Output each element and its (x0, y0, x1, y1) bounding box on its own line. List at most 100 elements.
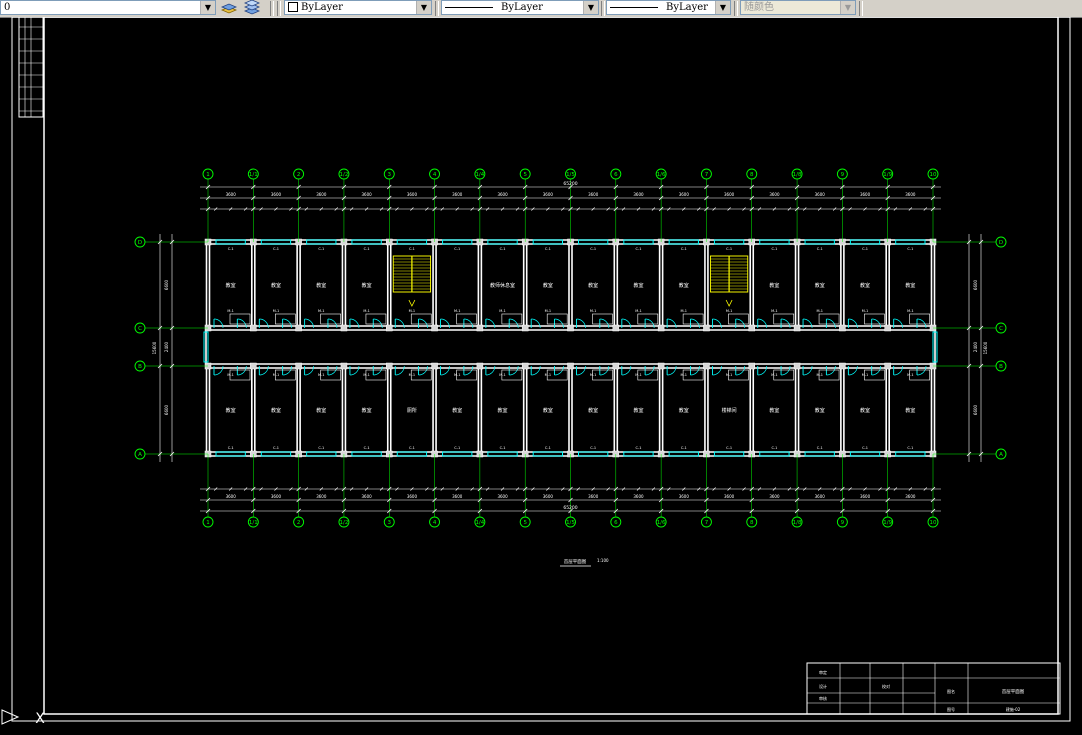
window-tag: C-1 (590, 446, 596, 450)
bottom-bay-dim: 3600 (815, 494, 826, 499)
grid-bubble-bottom: 3 (383, 516, 395, 528)
stair-arrow (725, 299, 733, 307)
grid-bubble-label: 1/4 (475, 520, 484, 526)
grid-bubble-label: 9 (841, 172, 845, 178)
cabinet (682, 313, 704, 325)
outer-border (11, 17, 1071, 722)
grid-bubble-label: 1/9 (883, 172, 892, 178)
bottom-bay-dim: 3600 (316, 494, 327, 499)
grid-bubble-label: B (999, 364, 1003, 370)
door-tag: M-1 (227, 373, 234, 377)
grid-bubble-label: D (999, 240, 1003, 246)
room-label: 教室 (679, 407, 689, 414)
bottom-bay-dim: 3600 (633, 494, 644, 499)
door-tag: M-1 (635, 373, 642, 377)
grid-bubble-left: A (134, 448, 146, 460)
properties-toolbar: 0 ▼ ByLayer ▼ ByLayer ▼ ByLayer ▼ 随颜色 ▼ (0, 0, 1082, 18)
door-tag: M-1 (771, 309, 778, 313)
grid-bubble-bottom: 10 (927, 516, 939, 528)
door-tag: M-1 (363, 373, 370, 377)
grid-bubble-label: 8 (750, 520, 754, 526)
bottom-bay-dim: 3600 (769, 494, 780, 499)
door-tag: M-1 (907, 309, 914, 313)
structural-column (793, 324, 801, 332)
grid-bubble-bottom: 1/5 (565, 516, 576, 528)
room-label: 教室 (588, 282, 598, 289)
room-label: 教师休息室 (490, 282, 515, 289)
grid-bubble-label: 10 (930, 172, 937, 178)
grid-bubble-label: 5 (523, 520, 527, 526)
chevron-down-icon[interactable]: ▼ (200, 1, 215, 14)
chevron-down-icon[interactable]: ▼ (715, 1, 730, 14)
cabinet (864, 313, 885, 325)
bottom-bay-dim: 3600 (226, 494, 237, 499)
room-label: 教室 (905, 282, 915, 289)
grid-bubble-label: 1/2 (340, 520, 349, 526)
window-tag: C-1 (907, 446, 913, 450)
top-bay-dim: 3600 (815, 192, 826, 197)
window-tag: C-1 (862, 247, 868, 251)
grid-bubble-label: A (999, 452, 1003, 458)
structural-column (340, 324, 348, 332)
layer-value: 0 (4, 2, 11, 13)
grid-bubble-bottom: 6 (610, 516, 622, 528)
bottom-bay-dim: 3600 (407, 494, 418, 499)
structural-column (884, 324, 891, 332)
room-label: 教室 (679, 282, 689, 289)
window-tag: C-1 (545, 247, 551, 251)
grid-bubble-right: D (995, 236, 1007, 248)
grid-bubble-label: A (138, 452, 142, 458)
toolbar-separator (859, 1, 863, 16)
layer-previous-icon[interactable] (242, 0, 260, 16)
cabinet (501, 313, 523, 325)
grid-bubble-bottom: 8 (746, 516, 758, 528)
color-dropdown[interactable]: ByLayer ▼ (284, 0, 432, 15)
grid-bubble-bottom: 9 (836, 516, 848, 528)
room-label: 教室 (316, 407, 326, 414)
grid-bubble-bottom: 1/9 (882, 516, 894, 528)
window-tag: C-1 (545, 446, 551, 450)
chevron-down-icon[interactable]: ▼ (416, 1, 431, 14)
grid-bubble-label: 1/2 (340, 172, 349, 178)
door-tag: M-1 (227, 309, 234, 313)
structural-column (386, 362, 393, 370)
structural-column (476, 362, 484, 370)
structural-column (839, 362, 846, 370)
color-value: ByLayer (301, 2, 343, 13)
window-tag: C-1 (817, 446, 823, 450)
structural-column (748, 324, 755, 332)
plotstyle-dropdown[interactable]: 随颜色 ▼ (740, 0, 856, 15)
chevron-down-icon[interactable]: ▼ (583, 1, 598, 14)
top-bay-dim: 3600 (226, 192, 237, 197)
top-bay-dim: 3600 (543, 192, 554, 197)
bottom-bay-dim: 3600 (905, 494, 916, 499)
drawing-canvas[interactable]: C-1 C-1 M-1 M-1 C-1 C-1 M-1 M-1 C-1 C-1 M-1 M-1 C-1 C… (0, 17, 1082, 735)
top-bay-dim: 3600 (452, 192, 463, 197)
room-label: 楼梯间 (722, 407, 737, 414)
lineweight-dropdown[interactable]: ByLayer ▼ (606, 0, 731, 15)
window-tag: C-1 (364, 446, 370, 450)
left-dim: 6600 (164, 279, 169, 290)
left-dim: 6600 (164, 404, 169, 415)
grid-bubble-bottom: 1/8 (791, 516, 803, 528)
linetype-dropdown[interactable]: ByLayer ▼ (441, 0, 599, 15)
grid-bubble-label: 3 (388, 520, 392, 526)
chevron-down-icon[interactable]: ▼ (840, 1, 855, 14)
toolbar-separator (270, 1, 274, 16)
window-tag: C-1 (726, 247, 732, 251)
window-tag: C-1 (636, 247, 642, 251)
window-tag: C-1 (681, 446, 687, 450)
title-block-cell: 图号 (947, 706, 955, 712)
structural-column (839, 324, 846, 332)
door-tag: M-1 (273, 373, 280, 377)
title-block-cell: 建施-02 (1006, 706, 1021, 712)
grid-bubble-top: 2 (293, 168, 305, 180)
layer-state-icon[interactable] (220, 0, 238, 16)
window-tag: C-1 (228, 446, 234, 450)
toolbar-separator (277, 1, 281, 16)
cabinet (909, 313, 930, 325)
door-tag: M-1 (409, 309, 416, 313)
grid-bubble-label: 1/8 (793, 520, 802, 526)
drawing-frame (11, 17, 1071, 722)
layer-dropdown[interactable]: 0 ▼ (0, 0, 216, 15)
